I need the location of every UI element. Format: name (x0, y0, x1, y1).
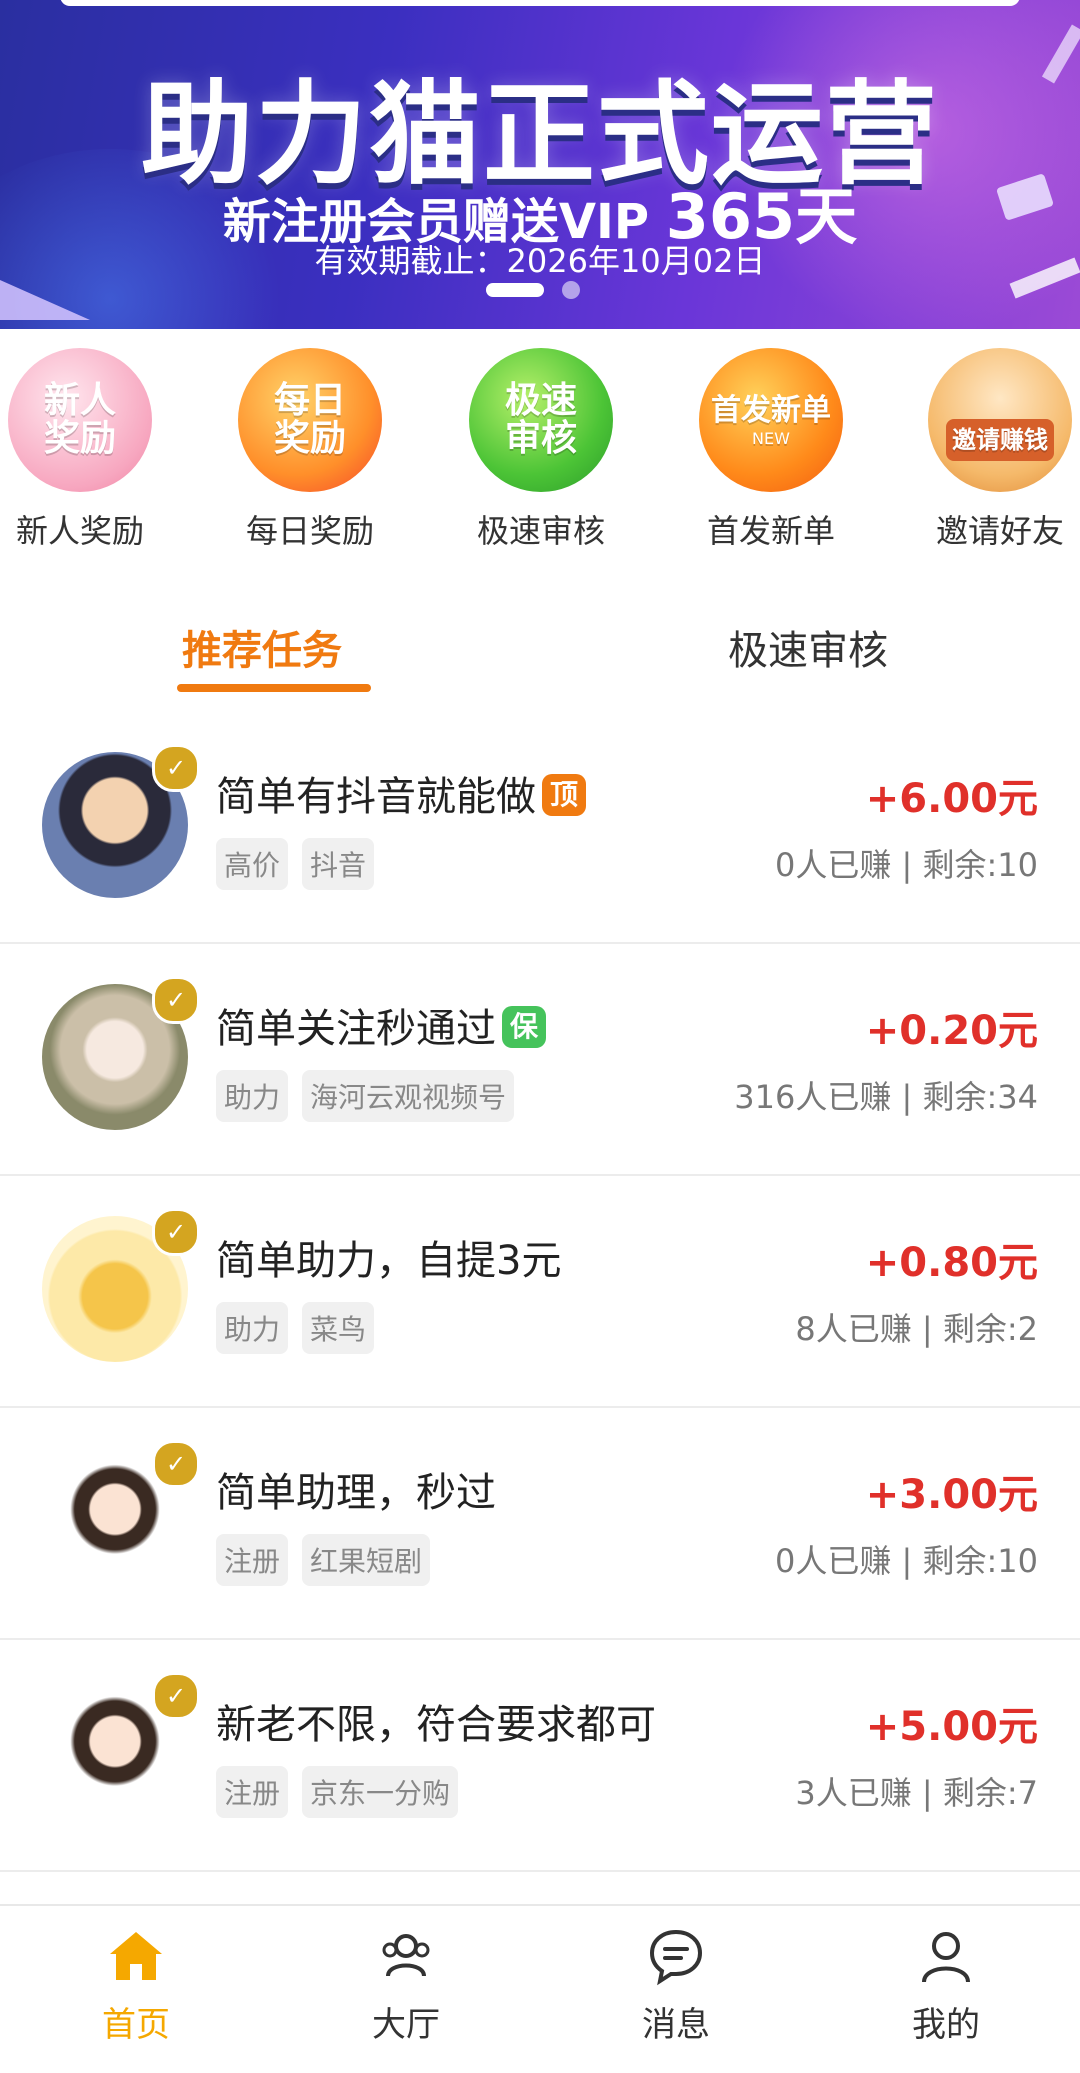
quick-icon-text: 首发新单 (711, 393, 831, 428)
nav-label: 消息 (642, 2005, 710, 2045)
quick-link-label: 极速审核 (476, 512, 605, 550)
task-tags: 高价 抖音 (216, 838, 375, 890)
calendar-badge-icon: 每日奖励 (238, 348, 382, 492)
guarantee-flag: 保 (502, 1006, 546, 1048)
quick-links: 新人奖励 新人奖励 每日奖励 每日奖励 极速审核 极速审核 首发新单 NEW 首… (0, 348, 1080, 558)
list-item[interactable]: ✓ 简单助力，自提3元 助力 菜鸟 +0.80元 8人已赚 | 剩余:2 (0, 1174, 1080, 1408)
quick-link-daily[interactable]: 每日奖励 每日奖励 (230, 348, 390, 552)
task-stats: 316人已赚 | 剩余:34 (734, 1078, 1038, 1116)
nav-label: 我的 (912, 2005, 980, 2045)
top-flag: 顶 (542, 774, 586, 816)
verified-badge-icon: ✓ (152, 1440, 200, 1488)
verified-badge-icon: ✓ (152, 744, 200, 792)
quick-link-new-orders[interactable]: 首发新单 NEW 首发新单 (691, 348, 851, 552)
task-title: 简单助力，自提3元 (216, 1238, 562, 1284)
task-tags: 注册 红果短剧 (216, 1534, 431, 1586)
task-stats: 8人已赚 | 剩余:2 (795, 1310, 1038, 1348)
chat-icon (649, 1929, 703, 1986)
task-tags: 助力 菜鸟 (216, 1302, 375, 1354)
quick-link-label: 新人奖励 (15, 512, 144, 550)
tab-recommended[interactable]: 推荐任务 (182, 618, 342, 676)
task-title-text: 简单关注秒通过 (216, 1006, 496, 1052)
promo-banner[interactable]: 助力猫正式运营 新注册会员赠送VIP 365天 有效期截止：2026年10月02… (0, 0, 1080, 329)
pagination-dot[interactable] (562, 281, 580, 299)
quick-icon-subtext: NEW (752, 429, 790, 448)
quick-link-label: 首发新单 (706, 512, 835, 550)
task-reward: +0.80元 (865, 1240, 1038, 1286)
task-stats: 3人已赚 | 剩余:7 (795, 1774, 1038, 1812)
active-tab-indicator (177, 684, 371, 692)
list-item[interactable]: ✓ 新老不限，符合要求都可 注册 京东一分购 +5.00元 3人已赚 | 剩余:… (0, 1638, 1080, 1872)
lightning-badge-icon: 极速审核 (469, 348, 613, 492)
nav-hall[interactable]: 大厅 (326, 1926, 486, 2046)
quick-link-invite[interactable]: 邀请赚钱 邀请好友 (920, 348, 1080, 552)
list-item[interactable]: ✓ 简单关注秒通过保 助力 海河云观视频号 +0.20元 316人已赚 | 剩余… (0, 942, 1080, 1176)
quick-icon-text: 极速审核 (504, 380, 577, 459)
task-title: 简单有抖音就能做顶 (216, 764, 586, 822)
banner-expiry: 有效期截止：2026年10月02日 (314, 242, 766, 280)
task-title-text: 简单有抖音就能做 (216, 774, 536, 820)
task-tags: 注册 京东一分购 (216, 1766, 459, 1818)
quick-link-fast-review[interactable]: 极速审核 极速审核 (461, 348, 621, 552)
task-tag: 京东一分购 (302, 1766, 459, 1818)
quick-link-newcomer[interactable]: 新人奖励 新人奖励 (0, 348, 160, 552)
verified-badge-icon: ✓ (152, 1672, 200, 1720)
task-tag: 助力 (216, 1302, 289, 1354)
task-tag: 高价 (216, 838, 289, 890)
verified-badge-icon: ✓ (152, 976, 200, 1024)
home-icon (110, 1932, 162, 1980)
verified-badge-icon: ✓ (152, 1208, 200, 1256)
task-title: 新老不限，符合要求都可 (216, 1702, 656, 1748)
task-tabs: 推荐任务 极速审核 (0, 610, 1080, 692)
quick-link-label: 邀请好友 (935, 512, 1064, 550)
quick-icon-text: 每日奖励 (273, 380, 346, 459)
people-icon (382, 1934, 430, 1977)
banner-decoration (0, 280, 90, 320)
nav-label: 大厅 (372, 2005, 440, 2045)
task-stats: 0人已赚 | 剩余:10 (775, 846, 1038, 884)
task-reward: +0.20元 (865, 1008, 1038, 1054)
quick-link-label: 每日奖励 (245, 512, 374, 550)
quick-icon-text: 新人奖励 (43, 380, 116, 459)
nav-home[interactable]: 首页 (56, 1926, 216, 2046)
bottom-nav: 首页 大厅 消息 我的 (0, 1904, 1080, 2073)
task-tag: 助力 (216, 1070, 289, 1122)
new-badge-icon: 首发新单 NEW (699, 348, 843, 492)
user-icon (922, 1932, 970, 1983)
task-tag: 注册 (216, 1534, 289, 1586)
list-item[interactable]: ✓ 简单助理，秒过 注册 红果短剧 +3.00元 0人已赚 | 剩余:10 (0, 1406, 1080, 1640)
task-title: 简单关注秒通过保 (216, 996, 546, 1054)
task-tags: 助力 海河云观视频号 (216, 1070, 515, 1122)
cat-coin-icon: 邀请赚钱 (928, 348, 1072, 492)
task-tag: 注册 (216, 1766, 289, 1818)
task-title: 简单助理，秒过 (216, 1470, 496, 1516)
task-tag: 红果短剧 (302, 1534, 431, 1586)
nav-messages[interactable]: 消息 (596, 1926, 756, 2046)
quick-icon-text: 邀请赚钱 (946, 419, 1054, 461)
task-reward: +3.00元 (865, 1472, 1038, 1518)
task-tag: 抖音 (302, 838, 375, 890)
nav-profile[interactable]: 我的 (866, 1926, 1026, 2046)
task-reward: +6.00元 (865, 776, 1038, 822)
task-stats: 0人已赚 | 剩余:10 (775, 1542, 1038, 1580)
tab-fast-review[interactable]: 极速审核 (728, 618, 888, 676)
task-tag: 菜鸟 (302, 1302, 375, 1354)
nav-label: 首页 (102, 2005, 170, 2045)
gift-badge-icon: 新人奖励 (8, 348, 152, 492)
banner-top-edge (60, 0, 1020, 6)
list-item[interactable]: ✓ 简单有抖音就能做顶 高价 抖音 +6.00元 0人已赚 | 剩余:10 (0, 710, 1080, 944)
banner-pagination (486, 281, 580, 299)
task-reward: +5.00元 (865, 1704, 1038, 1750)
pagination-dot-active[interactable] (486, 283, 544, 297)
task-tag: 海河云观视频号 (302, 1070, 515, 1122)
